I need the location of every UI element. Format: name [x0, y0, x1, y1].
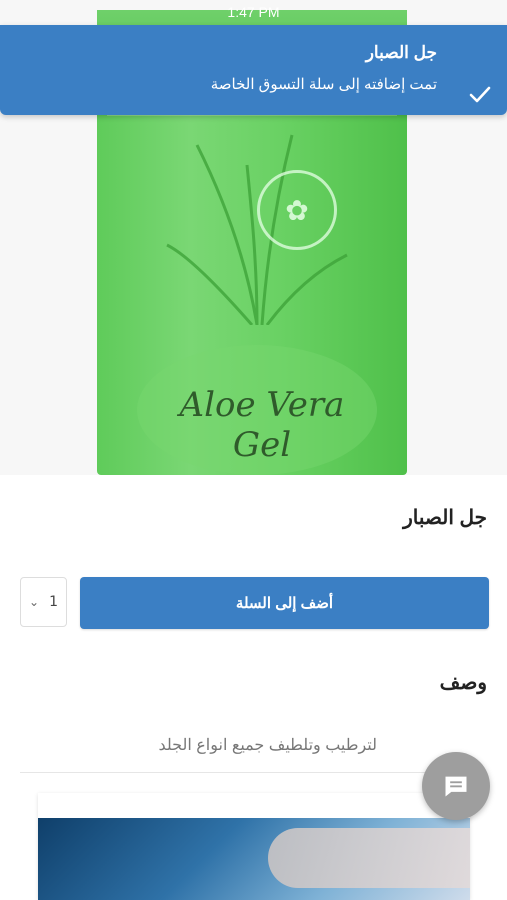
product-title: جل الصبار — [403, 507, 487, 529]
added-to-cart-notification[interactable]: جل الصبار تمت إضافته إلى سلة التسوق الخا… — [0, 25, 507, 115]
chat-button[interactable] — [422, 752, 490, 820]
secondary-product-image — [38, 793, 470, 900]
notification-message: تمت إضافته إلى سلة التسوق الخاصة — [210, 76, 437, 93]
hand-image — [268, 828, 470, 888]
description-heading: وصف — [439, 672, 487, 694]
description-text: لترطيب وتلطيف جميع انواع الجلد — [158, 737, 377, 754]
divider — [20, 772, 487, 773]
add-to-cart-button[interactable]: أضف إلى السلة — [80, 577, 489, 629]
chevron-down-icon: ⌄ — [29, 595, 40, 609]
chat-icon — [445, 776, 467, 797]
product-image-text: Aloe Vera Gel — [179, 385, 345, 465]
quantity-select[interactable]: ⌄ 1 — [20, 577, 67, 627]
quantity-value: 1 — [49, 594, 58, 610]
check-icon — [469, 86, 491, 103]
notification-title: جل الصبار — [365, 43, 437, 62]
hydrating-badge: ✿ — [257, 170, 337, 250]
status-bar-time: 1:47 PM — [227, 4, 280, 20]
